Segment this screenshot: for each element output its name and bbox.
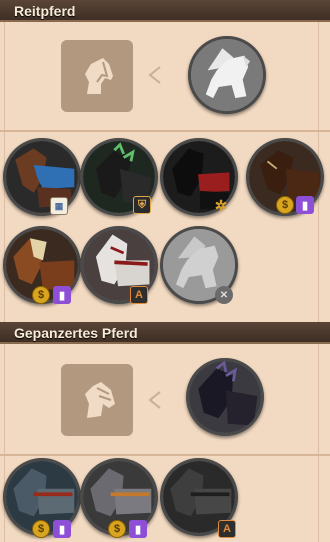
section-title: Reitpferd — [14, 3, 76, 19]
shield-icon: ⛨ — [133, 196, 151, 214]
horse-dark-armored-purple[interactable] — [186, 358, 264, 436]
arena-icon: A — [218, 520, 236, 538]
section-title: Gepanzertes Pferd — [14, 325, 138, 341]
frame-line — [318, 0, 319, 542]
twitch-icon: ▮ — [53, 520, 71, 538]
gear-icon: ✲ — [214, 198, 228, 215]
horse-bay-blue-barding[interactable] — [3, 138, 81, 216]
section-header-armored-horse: Gepanzertes Pferd — [0, 322, 330, 344]
section-divider — [0, 130, 330, 132]
horse-slot-icon[interactable] — [61, 40, 133, 112]
calendar-icon: ▦ — [50, 197, 68, 215]
coin-icon: $ — [32, 286, 50, 304]
coin-icon: $ — [32, 520, 50, 538]
chevron-left-icon — [146, 391, 164, 409]
horse-pegasus-white[interactable] — [188, 36, 266, 114]
twitch-icon: ▮ — [129, 520, 147, 538]
section-header-riding-horse: Reitpferd — [0, 0, 330, 22]
armored-horse-slot-icon[interactable] — [61, 364, 133, 436]
coin-icon: $ — [108, 520, 126, 538]
twitch-icon: ▮ — [296, 196, 314, 214]
twitch-icon: ▮ — [53, 286, 71, 304]
arena-icon: A — [130, 286, 148, 304]
locked-icon: ✕ — [215, 286, 233, 304]
coin-icon: $ — [276, 196, 294, 214]
section-divider — [0, 454, 330, 456]
armored-horse-head-icon — [85, 382, 115, 418]
horse-head-icon — [85, 58, 113, 94]
chevron-left-icon — [146, 66, 164, 84]
